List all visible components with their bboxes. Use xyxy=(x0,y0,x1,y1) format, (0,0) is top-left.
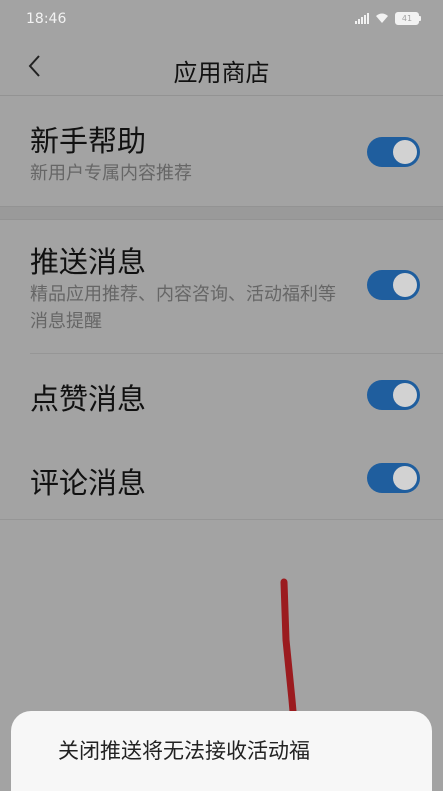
annotation-arrow xyxy=(280,578,302,768)
dialog-message: 关闭推送将无法接收活动福 xyxy=(58,739,310,763)
confirm-dialog: 关闭推送将无法接收活动福 xyxy=(11,711,432,791)
